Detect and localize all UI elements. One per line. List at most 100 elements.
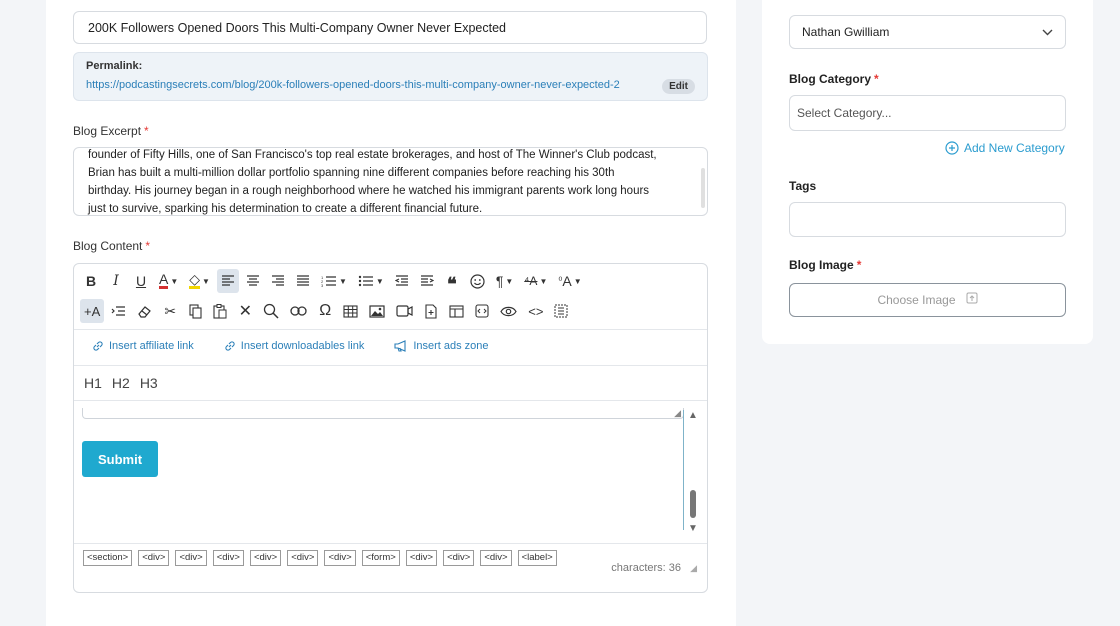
megaphone-icon xyxy=(394,340,406,352)
path-tag[interactable]: <label> xyxy=(517,550,557,566)
layout-icon[interactable] xyxy=(445,299,468,323)
paragraph-icon[interactable]: ¶ ▼ xyxy=(492,269,517,293)
outdent-icon[interactable] xyxy=(391,269,413,293)
category-select[interactable]: Select Category... xyxy=(789,95,1066,131)
content-label-text: Blog Content xyxy=(73,239,143,253)
copy-icon[interactable] xyxy=(184,299,206,323)
quote-icon[interactable]: ❝ xyxy=(441,269,463,293)
path-tag[interactable]: <div> xyxy=(405,550,438,566)
path-tag[interactable]: <div> xyxy=(138,550,170,566)
ordered-list-icon[interactable]: 1 2 3 ▼ xyxy=(317,269,351,293)
font-color-icon[interactable]: A ▼ xyxy=(155,269,182,293)
excerpt-textarea[interactable]: founder of Fifty Hills, one of San Franc… xyxy=(73,147,708,216)
link-icon xyxy=(225,341,235,351)
font-size-icon[interactable]: ⁰ A ▼ xyxy=(554,269,585,293)
highlight-icon[interactable]: ◇ ▼ xyxy=(185,269,214,293)
path-tag[interactable]: <div> xyxy=(287,550,319,566)
excerpt-line: founder of Fifty Hills, one of San Franc… xyxy=(88,149,657,161)
upload-icon xyxy=(966,284,978,316)
author-select[interactable]: Nathan Gwilliam xyxy=(789,15,1066,49)
line-height-icon[interactable]: ⁴A ▼ xyxy=(520,269,551,293)
source-code-icon[interactable]: <> xyxy=(524,299,547,323)
insert-toolbar: Insert affiliate link Insert downloadabl… xyxy=(92,340,519,352)
editor-resize-icon[interactable]: ◢ xyxy=(690,563,697,574)
video-icon[interactable] xyxy=(392,299,417,323)
required-mark: * xyxy=(144,124,149,138)
excerpt-label: Blog Excerpt * xyxy=(73,124,149,138)
permalink-box: Permalink: https://podcastingsecrets.com… xyxy=(73,52,708,101)
text-format-icon[interactable]: +A xyxy=(80,299,105,323)
path-tag[interactable]: <div> xyxy=(212,550,244,566)
toolbar-divider xyxy=(74,329,707,330)
cut-icon[interactable]: ✂ xyxy=(159,299,181,323)
indent-icon[interactable] xyxy=(416,269,438,293)
editor-inner-frame: ◢ xyxy=(82,408,684,419)
emoji-icon[interactable] xyxy=(466,269,489,293)
insert-ads-zone-button[interactable]: Insert ads zone xyxy=(394,340,489,352)
link-icon[interactable] xyxy=(286,299,311,323)
resize-handle-icon[interactable]: ◢ xyxy=(674,408,681,419)
path-tag[interactable]: <form> xyxy=(361,550,400,566)
insert-affiliate-link-button[interactable]: Insert affiliate link xyxy=(92,340,194,352)
align-right-icon[interactable] xyxy=(267,269,289,293)
select-all-icon[interactable] xyxy=(550,299,572,323)
eraser-icon[interactable] xyxy=(133,299,156,323)
file-icon[interactable] xyxy=(420,299,442,323)
italic-icon[interactable]: I xyxy=(105,269,127,293)
post-title-input[interactable]: 200K Followers Opened Doors This Multi-C… xyxy=(73,11,707,44)
code-view-icon[interactable] xyxy=(471,299,493,323)
toolbar-row-1: B I U A ▼ ◇ ▼ 1 2 3 ▼ ▼ ❝ ¶ ▼ ⁴A ▼ ⁰ A ▼ xyxy=(80,269,589,293)
submit-button[interactable]: Submit xyxy=(82,441,158,477)
path-tag[interactable]: <div> xyxy=(443,550,475,566)
bold-icon[interactable]: B xyxy=(80,269,102,293)
insert-divider xyxy=(74,365,707,366)
image-label: Blog Image * xyxy=(789,258,861,272)
insert-downloadables-link-button[interactable]: Insert downloadables link xyxy=(224,340,365,352)
editor-scrollbar-thumb[interactable] xyxy=(690,490,696,518)
required-mark: * xyxy=(145,239,151,253)
path-tag[interactable]: <div> xyxy=(175,550,207,566)
preview-icon[interactable] xyxy=(496,299,521,323)
align-left-icon[interactable] xyxy=(216,269,239,293)
align-center-icon[interactable] xyxy=(242,269,264,293)
heading-divider xyxy=(74,400,707,401)
path-tag[interactable]: <div> xyxy=(249,550,282,566)
h2-button[interactable]: H2 xyxy=(112,375,130,391)
unordered-list-icon[interactable]: ▼ xyxy=(354,269,388,293)
scroll-up-icon[interactable]: ▲ xyxy=(688,410,698,421)
special-char-icon[interactable]: Ω xyxy=(314,299,336,323)
rich-text-editor: B I U A ▼ ◇ ▼ 1 2 3 ▼ ▼ ❝ ¶ ▼ ⁴A ▼ ⁰ A ▼ +A xyxy=(73,263,708,593)
plus-circle-icon xyxy=(945,141,959,155)
underline-icon[interactable]: U xyxy=(130,269,152,293)
table-icon[interactable] xyxy=(339,299,362,323)
h3-button[interactable]: H3 xyxy=(140,375,158,391)
scroll-down-icon[interactable]: ▼ xyxy=(688,523,698,534)
edit-permalink-button[interactable]: Edit xyxy=(662,79,695,94)
category-label: Blog Category * xyxy=(789,72,879,86)
tags-input[interactable] xyxy=(789,202,1066,237)
h1-button[interactable]: H1 xyxy=(84,375,102,391)
choose-image-button[interactable]: Choose Image xyxy=(789,283,1066,317)
choose-image-label: Choose Image xyxy=(877,293,956,307)
toolbar-row-2: +A ✂ ✕ Ω <> xyxy=(80,299,575,323)
permalink-link[interactable]: https://podcastingsecrets.com/blog/200k-… xyxy=(86,79,620,91)
category-placeholder: Select Category... xyxy=(797,106,892,120)
list-style-icon[interactable] xyxy=(107,299,130,323)
image-icon[interactable] xyxy=(365,299,389,323)
excerpt-line: birthday. His journey began in a rough n… xyxy=(88,185,650,197)
search-icon[interactable] xyxy=(259,299,283,323)
paste-icon[interactable] xyxy=(209,299,231,323)
add-category-button[interactable]: Add New Category xyxy=(945,141,1065,155)
insert-downloadables-label: Insert downloadables link xyxy=(240,340,365,352)
editor-frame-edge xyxy=(683,410,684,530)
path-tag[interactable]: <div> xyxy=(324,550,356,566)
link-icon xyxy=(93,341,103,351)
path-tag[interactable]: <section> xyxy=(83,550,133,566)
status-divider xyxy=(74,543,707,544)
content-label: Blog Content * xyxy=(73,239,150,253)
remove-format-icon[interactable]: ✕ xyxy=(234,299,256,323)
align-justify-icon[interactable] xyxy=(292,269,314,293)
path-tag[interactable]: <div> xyxy=(480,550,512,566)
excerpt-label-text: Blog Excerpt xyxy=(73,124,142,138)
excerpt-scrollbar[interactable] xyxy=(701,168,705,208)
